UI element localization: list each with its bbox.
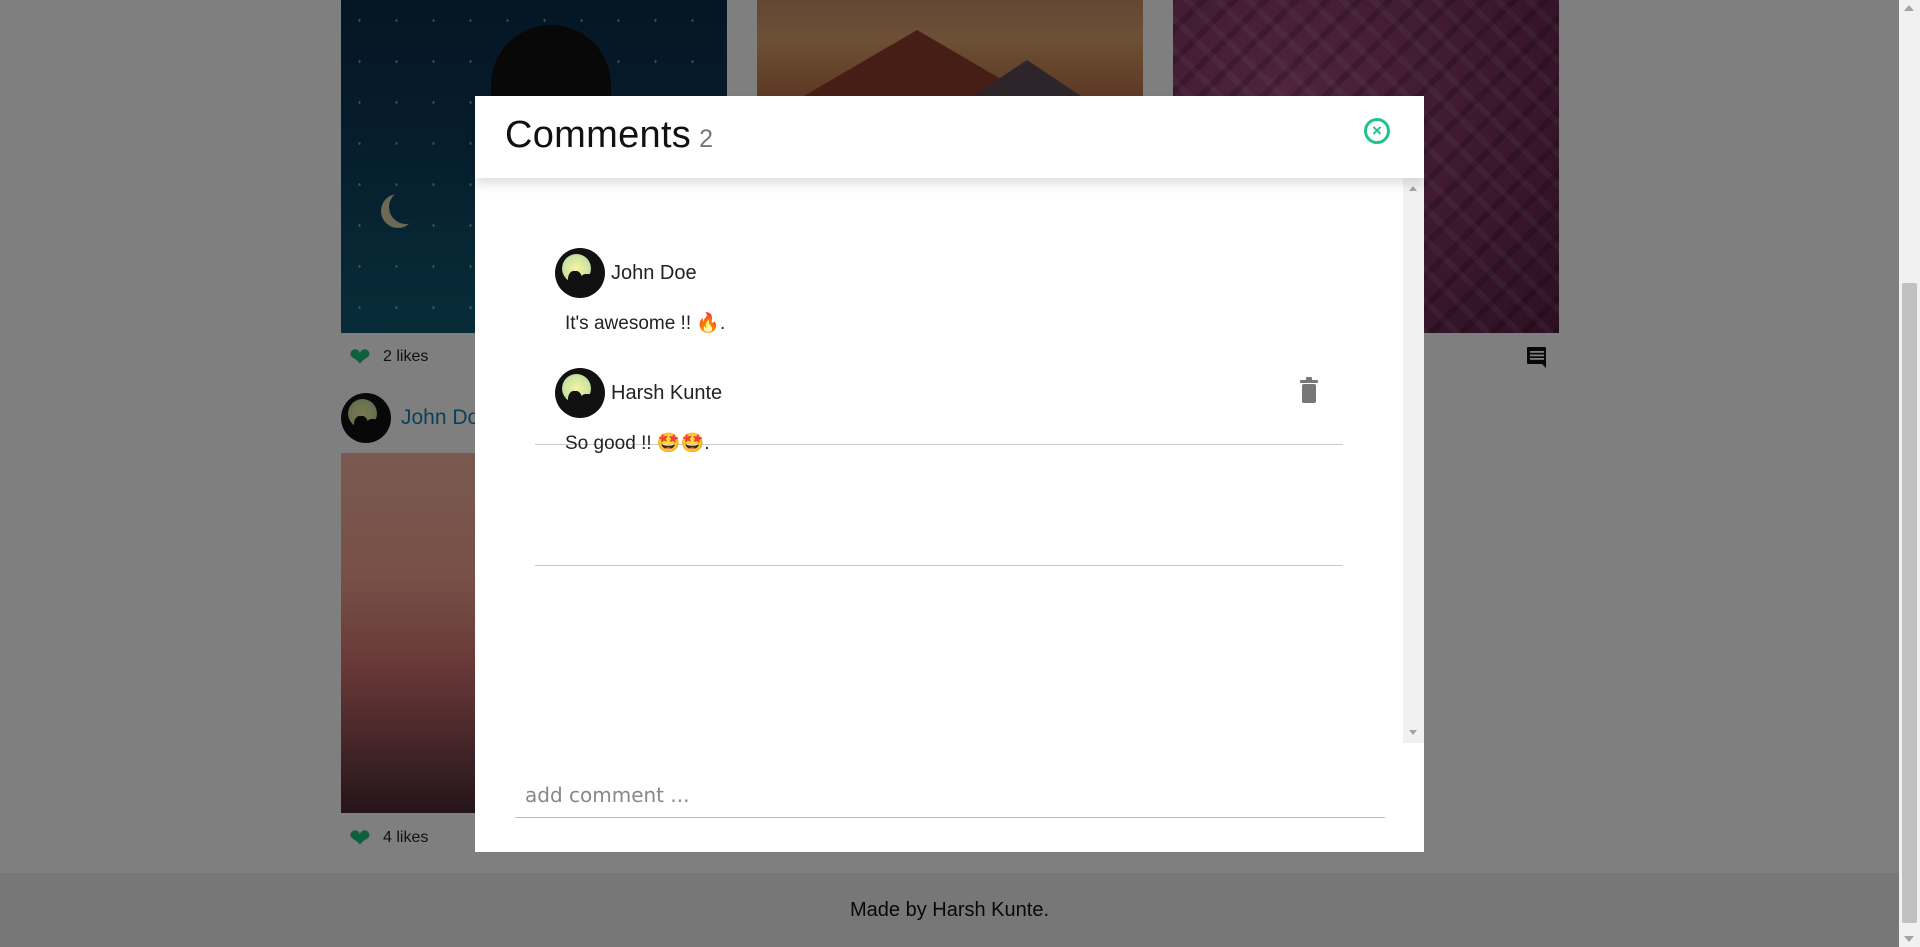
modal-title-text: Comments [505, 114, 692, 156]
modal-title: Comments 2 [505, 114, 713, 157]
scroll-down-arrow-icon[interactable] [1904, 936, 1914, 942]
scroll-down-arrow-icon[interactable] [1409, 730, 1417, 735]
comment-input[interactable] [515, 772, 1385, 817]
avatar [555, 248, 605, 298]
page-scrollbar[interactable] [1899, 0, 1920, 947]
comments-list[interactable]: John Doe It's awesome !! 🔥. Harsh Kunte … [475, 178, 1403, 743]
scrollbar-thumb[interactable] [1902, 283, 1917, 923]
comment-item: Harsh Kunte So good !! 🤩🤩. [535, 345, 1343, 566]
comments-scrollbar[interactable] [1403, 178, 1424, 743]
scroll-up-arrow-icon[interactable] [1409, 186, 1417, 191]
comment-text: So good !! 🤩🤩. [565, 433, 710, 454]
scroll-up-arrow-icon[interactable] [1904, 5, 1914, 11]
trash-icon[interactable] [1300, 377, 1318, 403]
comment-input-wrapper [515, 772, 1385, 818]
comment-header: John Doe [555, 248, 697, 298]
close-icon[interactable]: × [1364, 118, 1390, 144]
comment-count: 2 [699, 125, 714, 153]
comments-modal: Comments 2 × John Doe It's awesome !! 🔥. … [475, 96, 1424, 852]
comment-header: Harsh Kunte [555, 368, 722, 418]
comment-text: It's awesome !! 🔥. [565, 313, 726, 334]
avatar [555, 368, 605, 418]
comment-author: Harsh Kunte [611, 381, 723, 404]
modal-header: Comments 2 × [475, 96, 1424, 178]
comment-author: John Doe [611, 261, 697, 284]
